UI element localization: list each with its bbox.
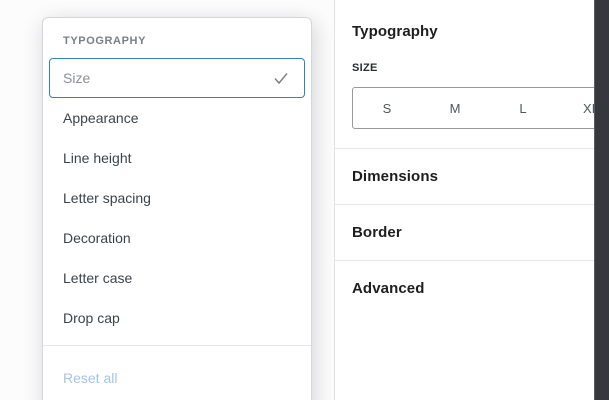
menu-item-label: Decoration — [63, 230, 131, 246]
menu-item-label: Appearance — [63, 110, 139, 126]
menu-item-label: Size — [63, 70, 90, 86]
typography-options-popover: TYPOGRAPHY Size Appearance Line height L… — [42, 17, 312, 400]
menu-item-size[interactable]: Size — [49, 58, 305, 98]
menu-item-line-height[interactable]: Line height — [49, 138, 305, 178]
menu-item-letter-spacing[interactable]: Letter spacing — [49, 178, 305, 218]
settings-sidebar: Typography SIZE S M L XL Dimensions Bord… — [334, 0, 609, 400]
panel-advanced[interactable]: Advanced — [335, 261, 609, 316]
menu-item-label: Letter case — [63, 270, 132, 286]
menu-item-drop-cap[interactable]: Drop cap — [49, 298, 305, 338]
menu-item-appearance[interactable]: Appearance — [49, 98, 305, 138]
menu-item-decoration[interactable]: Decoration — [49, 218, 305, 258]
editor-stage: Typography SIZE S M L XL Dimensions Bord… — [0, 0, 609, 400]
size-option-l[interactable]: L — [489, 88, 557, 128]
dark-edge-bar — [594, 0, 609, 400]
menu-item-letter-case[interactable]: Letter case — [49, 258, 305, 298]
typography-panel-title[interactable]: Typography — [352, 23, 438, 40]
popover-header: TYPOGRAPHY — [43, 18, 311, 47]
popover-menu: Size Appearance Line height Letter spaci… — [43, 58, 311, 338]
panel-dimensions[interactable]: Dimensions — [335, 149, 609, 204]
menu-item-label: Line height — [63, 150, 132, 166]
size-option-m[interactable]: M — [421, 88, 489, 128]
size-option-s[interactable]: S — [353, 88, 421, 128]
font-size-segmented-control: S M L XL — [352, 87, 609, 129]
size-label: SIZE — [352, 62, 378, 74]
menu-item-label: Drop cap — [63, 310, 120, 326]
reset-all-button[interactable]: Reset all — [43, 358, 311, 398]
menu-item-label: Letter spacing — [63, 190, 151, 206]
panel-border[interactable]: Border — [335, 205, 609, 260]
popover-divider — [43, 345, 311, 346]
check-icon — [271, 68, 291, 88]
